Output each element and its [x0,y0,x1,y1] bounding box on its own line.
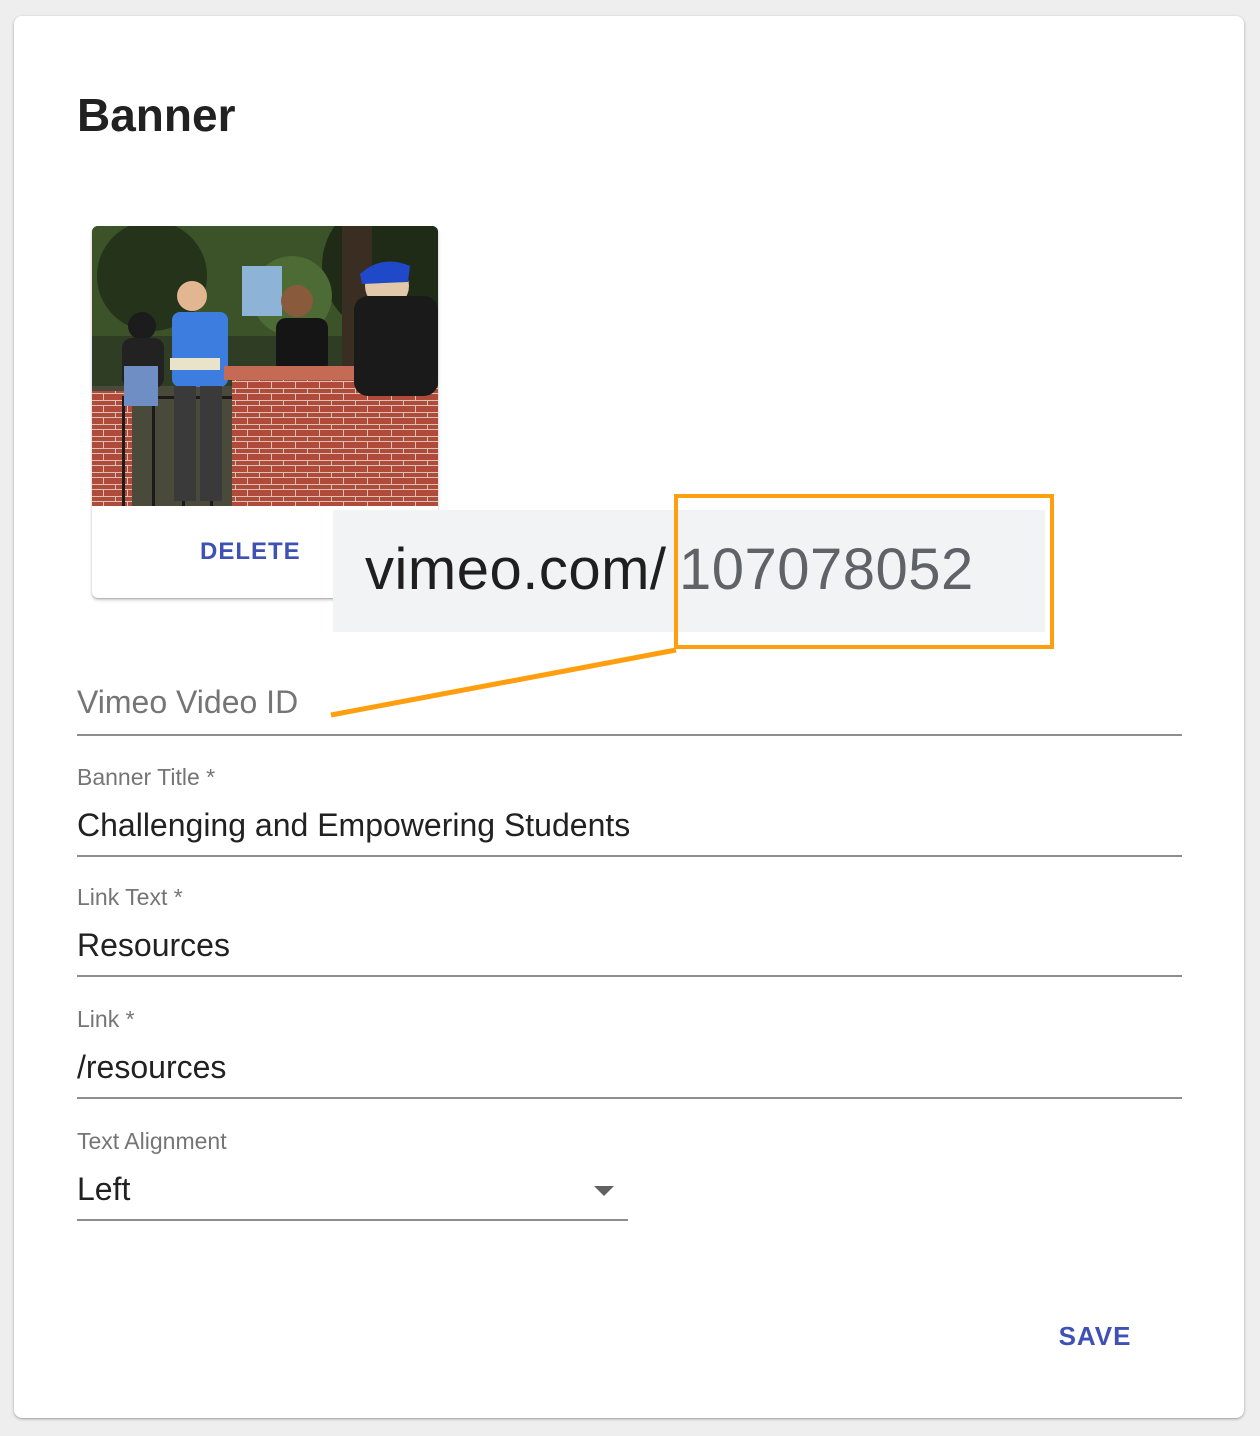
text-alignment-underline [77,1219,628,1221]
vimeo-video-id-field[interactable]: Vimeo Video ID [77,684,1182,736]
banner-title-underline [77,855,1182,857]
save-button[interactable]: SAVE [1040,1314,1150,1358]
link-underline [77,1097,1182,1099]
vimeo-video-id-underline [77,734,1182,736]
link-label: Link * [77,1006,135,1032]
link-field[interactable]: Link * [77,1006,1182,1100]
banner-photo [92,226,438,506]
link-text-label: Link Text * [77,884,183,910]
link-text-underline [77,975,1182,977]
video-id-highlight-box [674,494,1054,649]
banner-title-field[interactable]: Banner Title * [77,764,1182,858]
text-alignment-select[interactable]: Text Alignment Left [77,1128,628,1222]
page-title: Banner [77,89,236,141]
dropdown-arrow-icon[interactable] [594,1186,614,1196]
text-alignment-label: Text Alignment [77,1128,227,1154]
url-domain-text: vimeo.com/ [365,537,667,602]
link-input[interactable] [77,1049,1182,1086]
link-text-input[interactable] [77,927,1182,964]
banner-title-label: Banner Title * [77,764,216,790]
link-text-field[interactable]: Link Text * [77,884,1182,978]
banner-title-input[interactable] [77,807,1182,844]
delete-button[interactable]: DELETE [200,530,330,574]
vimeo-video-id-input[interactable] [77,684,1182,728]
text-alignment-value[interactable]: Left [77,1171,628,1208]
